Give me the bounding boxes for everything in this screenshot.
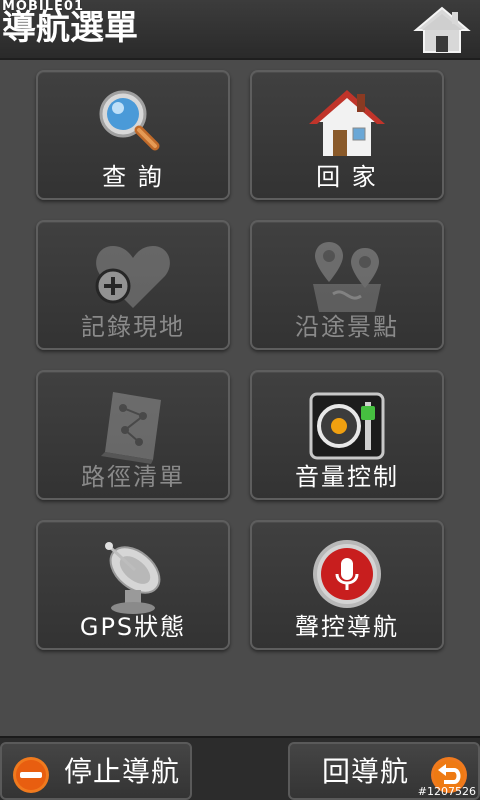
- minus-circle-icon: [13, 757, 49, 793]
- go-home-label: 回 家: [316, 163, 378, 191]
- voice-navigation-tile[interactable]: 聲控導航: [250, 520, 444, 650]
- save-location-tile[interactable]: 記錄現地: [36, 220, 230, 350]
- microphone-icon: [313, 540, 381, 608]
- search-tile[interactable]: 查 詢: [36, 70, 230, 200]
- house-icon: [309, 90, 385, 156]
- speaker-volume-icon: [309, 392, 385, 460]
- route-list-tile[interactable]: 路徑清單: [36, 370, 230, 500]
- stop-navigation-button[interactable]: 停止導航: [0, 742, 192, 800]
- save-location-label: 記錄現地: [81, 313, 185, 341]
- poi-along-route-label: 沿途景點: [295, 313, 399, 341]
- poi-along-route-tile[interactable]: 沿途景點: [250, 220, 444, 350]
- header-bar: MOBILE01 導航選單: [0, 0, 480, 60]
- menu-grid: 查 詢 回 家 記錄現地 沿途景點 路徑清單 音量控制 GPS狀態 聲控導航: [36, 70, 444, 652]
- return-navigation-label: 回導航: [322, 755, 410, 788]
- navigation-menu-screen: MOBILE01 導航選單 查 詢 回 家 記錄現地 沿途景點 路徑清單 音量控…: [0, 0, 480, 800]
- satellite-dish-icon: [105, 542, 161, 614]
- search-label: 查 詢: [102, 163, 164, 191]
- gps-status-tile[interactable]: GPS狀態: [36, 520, 230, 650]
- gps-status-label: GPS狀態: [79, 613, 187, 641]
- home-button[interactable]: [412, 4, 472, 56]
- stop-navigation-label: 停止導航: [64, 755, 181, 788]
- home-icon: [413, 6, 471, 53]
- voice-navigation-label: 聲控導航: [295, 613, 399, 641]
- volume-control-tile[interactable]: 音量控制: [250, 370, 444, 500]
- volume-control-label: 音量控制: [295, 463, 399, 491]
- route-list-icon: [101, 392, 161, 464]
- photo-id: #1207526: [417, 785, 476, 798]
- magnifier-icon: [99, 90, 160, 151]
- bottom-bar: 停止導航 回導航: [0, 736, 480, 800]
- heart-add-icon: [95, 246, 170, 308]
- route-list-label: 路徑清單: [81, 463, 185, 491]
- go-home-tile[interactable]: 回 家: [250, 70, 444, 200]
- page-title: 導航選單: [2, 8, 138, 48]
- route-poi-icon: [313, 242, 381, 312]
